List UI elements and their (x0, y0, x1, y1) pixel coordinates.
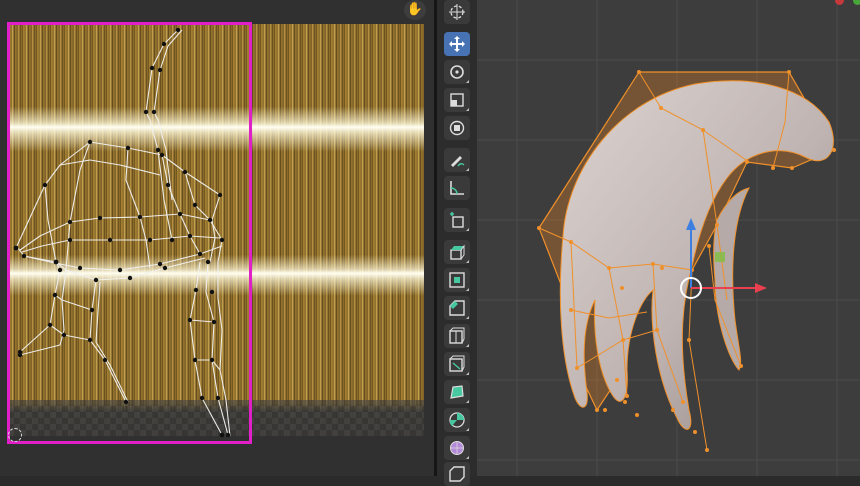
extrude-icon (450, 244, 465, 260)
move-icon (449, 36, 465, 52)
3d-viewport[interactable] (477, 0, 860, 476)
extrude-tool[interactable] (444, 240, 470, 264)
loop-cut-icon (449, 327, 465, 344)
annotate-icon (451, 156, 465, 167)
knife-tool[interactable] (444, 352, 470, 376)
add-cube-icon (450, 212, 464, 228)
loop-cut-tool[interactable] (444, 324, 470, 348)
bevel-icon (449, 300, 465, 316)
smooth-tool[interactable] (444, 436, 470, 460)
scale-icon (450, 93, 464, 107)
bevel-tool[interactable] (444, 296, 470, 320)
selection-box (7, 22, 252, 444)
poly-build-icon (450, 385, 464, 399)
move-tool[interactable] (444, 32, 470, 56)
shear-icon (449, 466, 465, 482)
uv-editor[interactable]: ✋ (0, 0, 434, 476)
cursor-tool[interactable] (444, 0, 470, 24)
rotate-icon (450, 65, 464, 79)
transform-tool[interactable] (444, 116, 470, 140)
status-indicator (853, 0, 860, 5)
scale-tool[interactable] (444, 88, 470, 112)
annotate-tool[interactable] (444, 148, 470, 172)
inset-tool[interactable] (444, 268, 470, 292)
transform-gizmo[interactable] (477, 0, 860, 476)
2d-cursor[interactable] (8, 428, 22, 442)
rotate-tool[interactable] (444, 60, 470, 84)
hand-icon[interactable]: ✋ (404, 0, 426, 20)
knife-icon (449, 355, 465, 372)
inset-icon (449, 272, 465, 288)
smooth-icon (450, 441, 464, 455)
cursor-icon (449, 4, 465, 20)
measure-tool[interactable] (444, 176, 470, 200)
spin-icon (449, 412, 465, 428)
measure-icon (450, 181, 464, 195)
tool-shelf (437, 0, 477, 486)
poly-build-tool[interactable] (444, 380, 470, 404)
spin-tool[interactable] (444, 408, 470, 432)
add-cube-tool[interactable] (444, 208, 470, 232)
shear-tool[interactable] (444, 462, 470, 486)
transform-icon (449, 120, 465, 136)
